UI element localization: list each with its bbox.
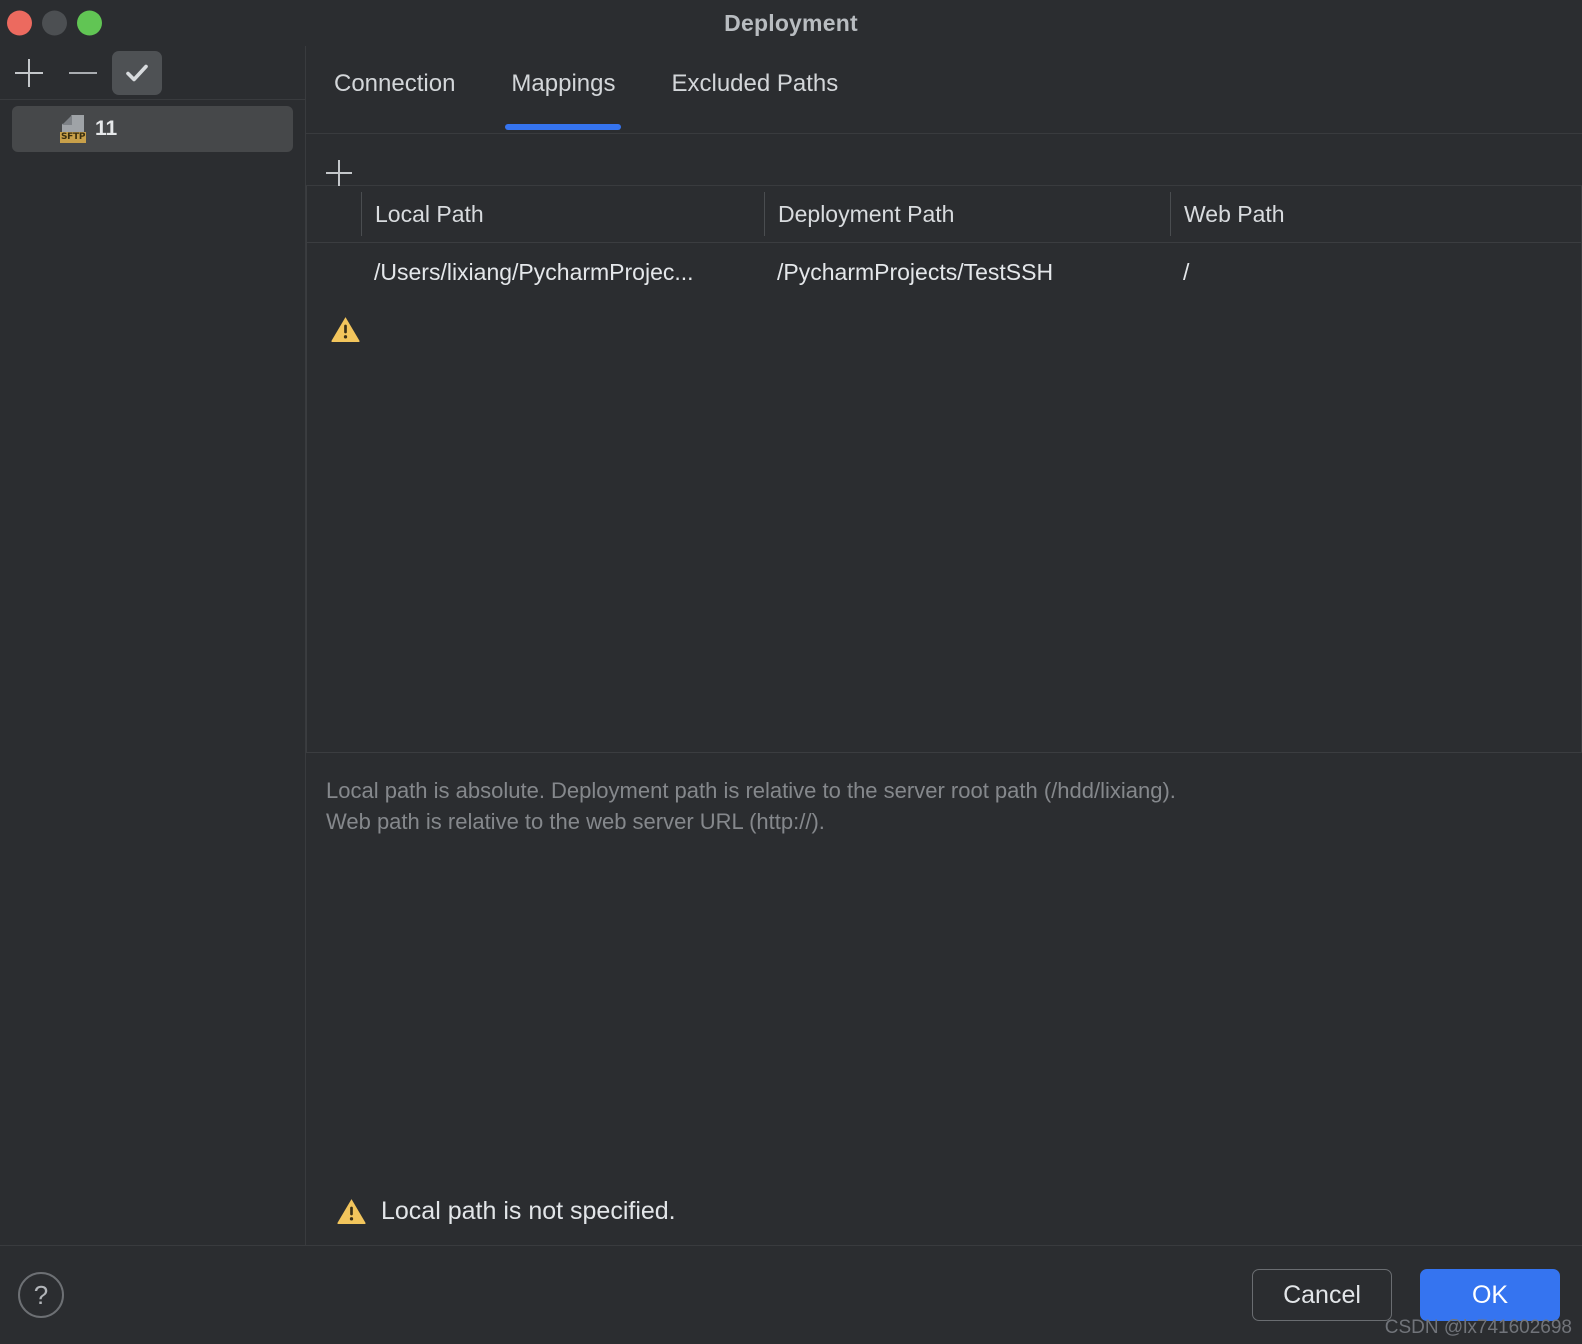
cell-local-path[interactable]: /Users/lixiang/PycharmProjec... [361, 259, 764, 286]
server-list-item[interactable]: SFTP 11 [12, 106, 293, 152]
server-list: SFTP 11 [0, 100, 305, 152]
tab-connection-label: Connection [334, 70, 456, 97]
sftp-server-icon: SFTP [60, 115, 87, 143]
minus-icon [69, 71, 97, 74]
add-server-button[interactable] [4, 51, 54, 95]
warning-triangle-icon [331, 316, 360, 342]
mappings-hint: Local path is absolute. Deployment path … [306, 753, 1582, 837]
check-icon [122, 58, 152, 88]
tab-excluded-paths[interactable]: Excluded Paths [643, 70, 866, 133]
remove-server-button[interactable] [58, 51, 108, 95]
tab-mappings-underline [505, 124, 622, 130]
cancel-button[interactable]: Cancel [1252, 1269, 1392, 1321]
dialog-footer: ? Cancel OK CSDN @lx741602698 [0, 1246, 1582, 1344]
plus-icon [15, 58, 43, 87]
cell-deployment-path[interactable]: /PycharmProjects/TestSSH [764, 259, 1170, 286]
sftp-badge-label: SFTP [60, 132, 87, 143]
close-window-button[interactable] [7, 10, 32, 36]
window-title: Deployment [724, 9, 858, 36]
ok-button[interactable]: OK [1420, 1269, 1560, 1321]
traffic-lights [7, 10, 102, 36]
validation-message: Local path is not specified. [306, 1177, 1582, 1245]
warning-triangle-icon [337, 1199, 366, 1225]
table-header-gutter [307, 192, 361, 236]
tab-mappings[interactable]: Mappings [483, 70, 643, 133]
table-row-warning [307, 301, 1581, 356]
server-name: 11 [95, 117, 118, 140]
tab-excluded-paths-label: Excluded Paths [671, 70, 839, 97]
zoom-window-button[interactable] [77, 10, 102, 36]
title-bar: Deployment [0, 0, 1582, 46]
dialog-content: Connection Mappings Excluded Paths Local… [306, 46, 1582, 1245]
tab-connection[interactable]: Connection [306, 70, 483, 133]
validation-message-text: Local path is not specified. [381, 1196, 676, 1225]
hint-line-2: Web path is relative to the web server U… [326, 809, 825, 834]
column-header-web-path[interactable]: Web Path [1170, 192, 1581, 236]
set-default-server-button[interactable] [112, 50, 162, 95]
tab-excluded-paths-underline [665, 124, 844, 130]
column-header-local-path[interactable]: Local Path [361, 192, 764, 236]
tab-mappings-label: Mappings [511, 70, 616, 97]
sidebar-toolbar [0, 46, 305, 100]
dialog-body: SFTP 11 Connection Mappings Excluded Pat… [0, 46, 1582, 1246]
column-header-deployment-path[interactable]: Deployment Path [764, 192, 1170, 236]
minimize-window-button[interactable] [42, 10, 67, 36]
mappings-table-header: Local Path Deployment Path Web Path [307, 186, 1581, 243]
help-button[interactable]: ? [18, 1272, 64, 1318]
cell-web-path[interactable]: / [1170, 259, 1581, 286]
servers-sidebar: SFTP 11 [0, 46, 306, 1245]
table-row[interactable]: /Users/lixiang/PycharmProjec... /Pycharm… [307, 243, 1581, 301]
deployment-dialog: Deployment SFTP 11 Connection Mappings E… [0, 0, 1582, 1344]
mappings-toolbar [306, 133, 1582, 186]
tab-bar: Connection Mappings Excluded Paths [306, 46, 1582, 133]
hint-line-1: Local path is absolute. Deployment path … [326, 778, 1176, 803]
row-warning-gutter [307, 315, 361, 343]
footer-actions: Cancel OK [1252, 1269, 1560, 1321]
mappings-table-body: /Users/lixiang/PycharmProjec... /Pycharm… [307, 243, 1581, 356]
tab-connection-underline [328, 124, 461, 130]
table-empty-area [307, 356, 1581, 753]
mappings-table: Local Path Deployment Path Web Path /Use… [306, 186, 1582, 753]
